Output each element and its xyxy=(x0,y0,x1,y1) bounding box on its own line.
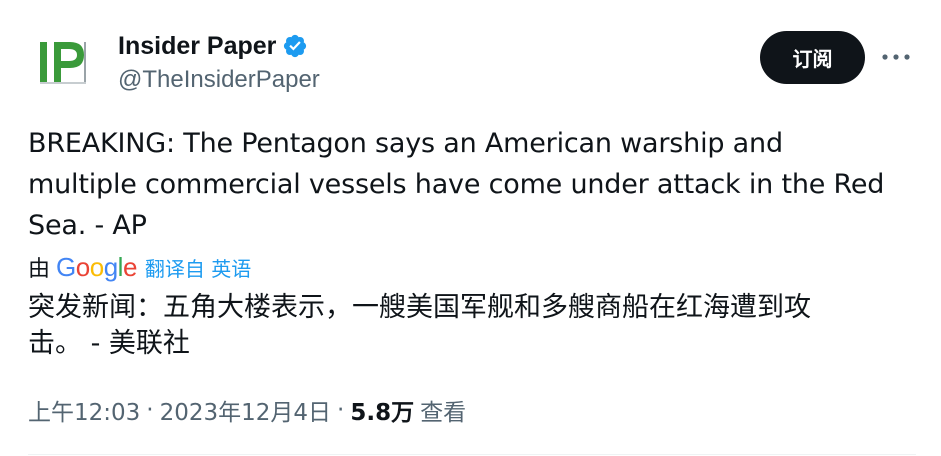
tweet-text-line: BREAKING: The Pentagon says an American … xyxy=(28,128,783,159)
meta-separator: · xyxy=(146,397,154,423)
translated-text: 突发新闻：五角大楼表示，一艘美国军舰和多艘商船在红海遭到攻 击。 - 美联社 xyxy=(28,290,918,362)
display-name-row: Insider Paper xyxy=(118,30,320,62)
translated-text-line: 突发新闻：五角大楼表示，一艘美国军舰和多艘商船在红海遭到攻 xyxy=(28,292,811,323)
tweet-date[interactable]: 2023年12月4日 xyxy=(160,393,331,427)
display-name[interactable]: Insider Paper xyxy=(118,32,276,61)
divider xyxy=(28,454,916,455)
translated-by-prefix: 由 xyxy=(28,257,51,282)
author-block: Insider Paper @TheInsiderPaper xyxy=(118,30,320,94)
tweet-text: BREAKING: The Pentagon says an American … xyxy=(28,123,918,246)
google-letter: g xyxy=(103,252,118,282)
insider-paper-logo-icon xyxy=(30,32,90,92)
google-letter: e xyxy=(122,252,137,282)
views-count[interactable]: 5.8万 xyxy=(350,393,414,427)
translated-text-line: 击。 - 美联社 xyxy=(28,328,190,359)
google-letter: G xyxy=(56,252,76,282)
tweet-meta-row: 上午12:03 · 2023年12月4日 · 5.8万 查看 xyxy=(28,393,466,427)
tweet-card: Insider Paper @TheInsiderPaper 订阅 BREAKI… xyxy=(0,0,941,456)
subscribe-button[interactable]: 订阅 xyxy=(760,31,865,84)
handle[interactable]: @TheInsiderPaper xyxy=(118,66,320,94)
tweet-text-line: multiple commercial vessels have come un… xyxy=(28,169,885,200)
google-logo: Google xyxy=(56,254,137,280)
google-letter: o xyxy=(75,252,90,282)
verified-badge-icon[interactable] xyxy=(282,33,308,59)
tweet-text-line: Sea. - AP xyxy=(28,210,147,241)
translated-from-link[interactable]: 翻译自 英语 xyxy=(145,253,251,282)
more-horizontal-icon xyxy=(882,54,910,60)
avatar[interactable] xyxy=(28,30,92,94)
translated-by-row: 由 Google 翻译自 英语 xyxy=(28,250,251,284)
views-label: 查看 xyxy=(420,400,467,426)
tweet-time[interactable]: 上午12:03 xyxy=(28,393,140,427)
more-options-button[interactable] xyxy=(876,40,916,74)
meta-separator: · xyxy=(337,397,345,423)
google-letter: o xyxy=(89,252,104,282)
